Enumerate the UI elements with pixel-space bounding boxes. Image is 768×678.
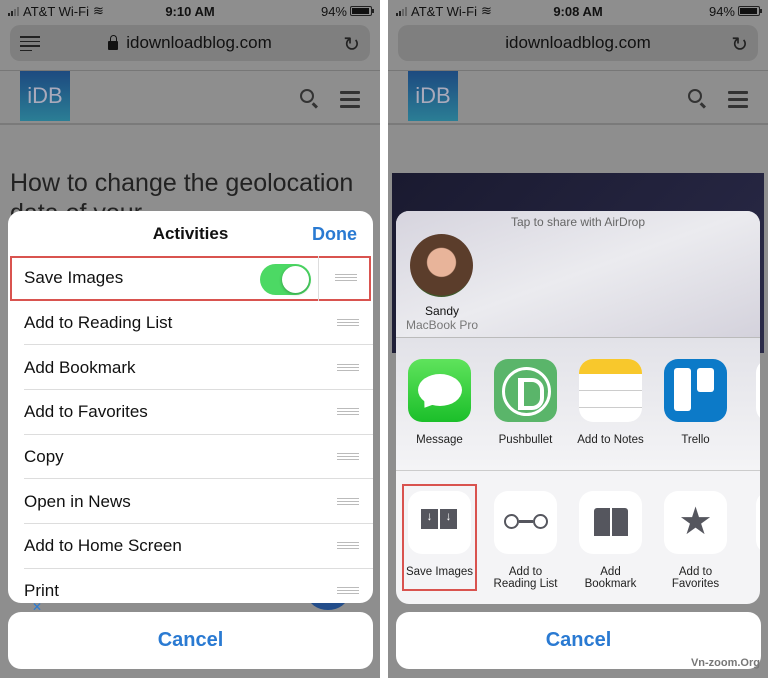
activity-row[interactable]: Print [8, 569, 373, 603]
reorder-handle-icon[interactable] [337, 542, 359, 551]
activities-sheet: Activities Done Save Images Add to Readi… [8, 211, 373, 603]
app-label: Message [416, 434, 463, 446]
battery-icon [350, 6, 374, 16]
carrier-label: AT&T Wi-Fi [23, 3, 89, 19]
save-images-icon: ↓ ↓ [408, 491, 471, 554]
airdrop-peer-device: MacBook Pro [405, 318, 479, 332]
address-bar[interactable]: idownloadblog.com ↻ [10, 25, 370, 61]
activity-row[interactable]: Open in News [8, 479, 373, 524]
cancel-button[interactable]: Cancel [8, 612, 373, 669]
battery-percent: 94% [708, 3, 735, 19]
reload-icon[interactable]: ↻ [731, 32, 748, 57]
airdrop-peer-name: Sandy [424, 304, 460, 318]
reorder-handle-icon[interactable] [337, 453, 359, 462]
status-bar: AT&T Wi-Fi ≋ 9:08 AM 94% [388, 0, 768, 22]
search-icon[interactable] [688, 89, 702, 103]
share-app-notes[interactable]: Add to Notes [568, 359, 653, 446]
site-header: iDB [388, 71, 768, 123]
app-label: Add to Notes [577, 434, 644, 446]
activity-row[interactable]: Add to Favorites [8, 390, 373, 435]
star-icon: ★ [664, 491, 727, 554]
reload-icon[interactable]: ↻ [343, 32, 360, 57]
wifi-icon: ≋ [480, 3, 492, 18]
action-label: Add to Favorites [671, 566, 720, 590]
reorder-handle-icon[interactable] [337, 497, 359, 507]
lock-icon [108, 34, 119, 50]
share-app-trello[interactable]: Trello [653, 359, 738, 446]
activity-label: Copy [24, 447, 64, 467]
activity-row[interactable]: Add to Home Screen [8, 524, 373, 569]
activity-row[interactable]: Copy [8, 435, 373, 480]
site-logo[interactable]: iDB [408, 71, 458, 121]
activity-row[interactable]: Add Bookmark [8, 345, 373, 390]
app-label: Trello [681, 434, 710, 446]
activity-label: Print [24, 581, 59, 601]
reader-view-icon[interactable] [20, 36, 40, 54]
sheet-title: Activities [152, 223, 229, 243]
site-header: iDB [0, 71, 380, 123]
action-label: Add Bookmark [584, 566, 637, 590]
activity-label: Add Bookmark [24, 357, 136, 377]
save-images-toggle[interactable] [260, 264, 311, 295]
right-screenshot: AT&T Wi-Fi ≋ 9:08 AM 94% idownloadblog.c… [388, 0, 768, 678]
activity-row-save-images[interactable]: Save Images [10, 256, 371, 301]
action-add-bookmark[interactable]: Add Bookmark [568, 491, 653, 590]
left-screenshot: AT&T Wi-Fi ≋ 9:10 AM 94% idownloadblog.c… [0, 0, 380, 678]
address-bar[interactable]: idownloadblog.com ↻ [398, 25, 758, 61]
action-add-to-favorites[interactable]: ★ Add to Favorites [653, 491, 738, 590]
carrier-label: AT&T Wi-Fi [411, 3, 477, 19]
activity-label: Add to Home Screen [24, 536, 182, 556]
menu-icon[interactable] [340, 91, 360, 112]
share-apps-row: Message Pushbullet Add to Notes Trello [396, 338, 760, 471]
action-save-images[interactable]: ↓ ↓ Save Images [397, 491, 482, 578]
menu-icon[interactable] [728, 91, 748, 112]
activity-label: Add to Favorites [24, 402, 148, 422]
share-app-message[interactable]: Message [397, 359, 482, 446]
book-icon [579, 491, 642, 554]
url-text[interactable]: idownloadblog.com [505, 33, 651, 53]
action-label: Add to Reading List [493, 566, 558, 590]
url-text[interactable]: idownloadblog.com [126, 33, 272, 53]
site-logo[interactable]: iDB [20, 71, 70, 121]
airdrop-section: Tap to share with AirDrop Sandy MacBook … [396, 211, 760, 338]
activity-label: Save Images [24, 268, 124, 288]
messages-icon [408, 359, 471, 422]
app-label: Pushbullet [498, 434, 553, 446]
done-button[interactable]: Done [312, 224, 357, 245]
activity-row[interactable]: Add to Reading List [8, 301, 373, 346]
search-icon[interactable] [300, 89, 314, 103]
status-bar: AT&T Wi-Fi ≋ 9:10 AM 94% [0, 0, 380, 22]
battery-icon [738, 6, 762, 16]
share-sheet: Tap to share with AirDrop Sandy MacBook … [396, 211, 760, 604]
wifi-icon: ≋ [92, 3, 104, 18]
reorder-handle-icon[interactable] [335, 274, 357, 283]
reorder-handle-icon[interactable] [337, 587, 359, 596]
battery-percent: 94% [320, 3, 347, 19]
reorder-handle-icon[interactable] [337, 319, 359, 328]
activity-label: Open in News [24, 491, 131, 511]
watermark: Vn-zoom.Org [690, 657, 760, 669]
trello-icon [664, 359, 727, 422]
share-actions-row: ↓ ↓ Save Images Add to Reading List Add Bo… [396, 471, 760, 604]
activity-label: Add to Reading List [24, 313, 173, 333]
notes-icon [579, 359, 642, 422]
signal-icon [396, 6, 407, 16]
airdrop-peer-avatar[interactable] [410, 234, 473, 297]
share-app-pushbullet[interactable]: Pushbullet [483, 359, 568, 446]
action-add-to-reading-list[interactable]: Add to Reading List [483, 491, 568, 590]
signal-icon [8, 6, 19, 16]
pushbullet-icon [494, 359, 557, 422]
glasses-icon [494, 491, 557, 554]
airdrop-title: Tap to share with AirDrop [510, 215, 646, 229]
reorder-handle-icon[interactable] [337, 408, 359, 417]
reorder-handle-icon[interactable] [337, 363, 359, 373]
action-label: Save Images [405, 566, 474, 578]
